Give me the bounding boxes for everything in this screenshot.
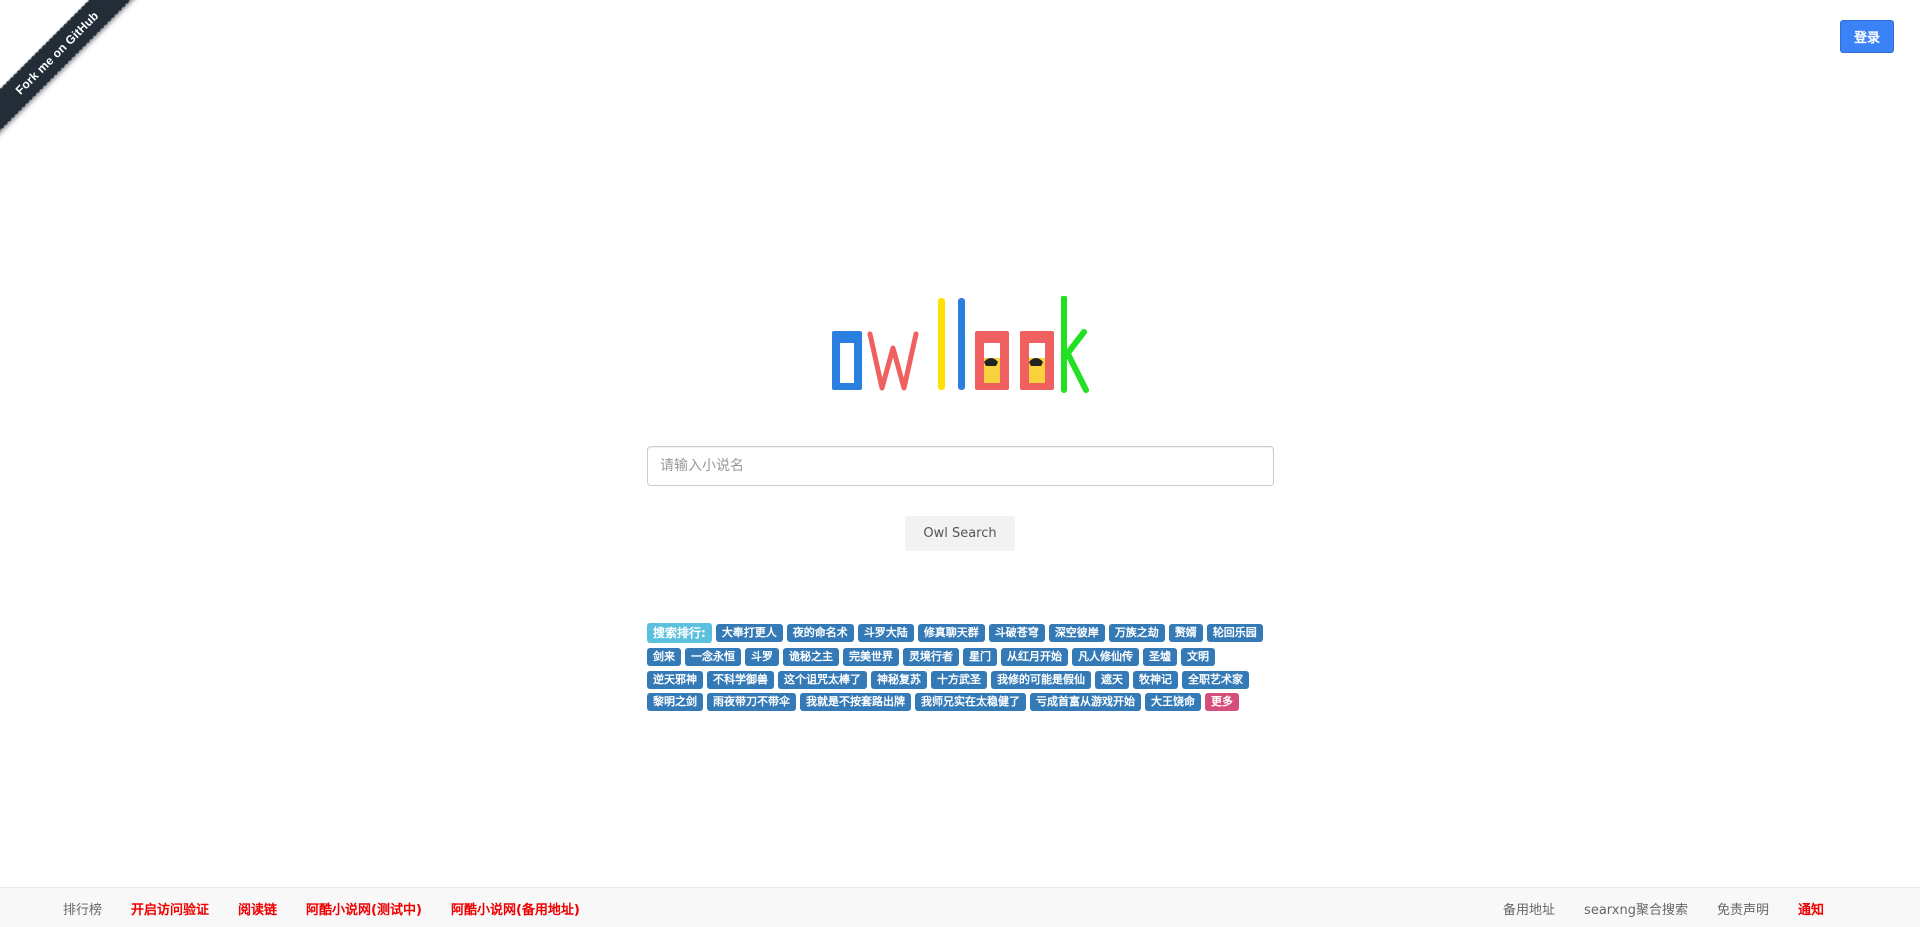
logo-letter-l-yellow bbox=[938, 298, 945, 390]
search-ranking: 搜索排行: 大奉打更人 夜的命名术 斗罗大陆 修真聊天群 斗破苍穹 深空彼岸 万族之劫 赘婿轮… bbox=[647, 623, 1277, 716]
ranking-tag[interactable]: 这个诅咒太棒了 bbox=[778, 670, 867, 689]
fork-ribbon-band[interactable]: Fork me on GitHub bbox=[0, 0, 142, 138]
ranking-tag[interactable]: 圣墟 bbox=[1143, 647, 1177, 666]
login-button[interactable]: 登录 bbox=[1840, 20, 1894, 53]
ranking-tag[interactable]: 斗罗大陆 bbox=[857, 624, 914, 642]
ranking-tag[interactable]: 诡秘之主 bbox=[783, 647, 839, 666]
footer-right-link-2[interactable]: 免责声明 bbox=[1717, 899, 1769, 918]
ranking-tag[interactable]: 剑来 bbox=[647, 647, 681, 666]
ranking-tag[interactable]: 我师兄实在太稳健了 bbox=[915, 693, 1026, 712]
footer-right-link-1[interactable]: searxng聚合搜索 bbox=[1584, 899, 1688, 918]
ranking-tag[interactable]: 凡人修仙传 bbox=[1072, 647, 1139, 666]
ranking-tag[interactable]: 完美世界 bbox=[843, 647, 899, 666]
ranking-tag[interactable]: 大王饶命 bbox=[1145, 693, 1201, 712]
ranking-tag[interactable]: 十方武圣 bbox=[931, 670, 987, 689]
ranking-tag[interactable]: 灵境行者 bbox=[903, 647, 959, 666]
footer-left-link-1[interactable]: 开启访问验证 bbox=[131, 899, 209, 918]
ranking-tag[interactable]: 斗破苍穹 bbox=[988, 624, 1045, 642]
ranking-tag[interactable]: 遮天 bbox=[1095, 670, 1129, 689]
ranking-tag[interactable]: 亏成首富从游戏开始 bbox=[1030, 693, 1141, 712]
ranking-tag[interactable]: 修真聊天群 bbox=[917, 624, 985, 642]
logo-letter-w bbox=[867, 331, 919, 391]
owl-search-button[interactable]: Owl Search bbox=[905, 516, 1015, 551]
ranking-tag[interactable]: 一念永恒 bbox=[685, 647, 741, 666]
ranking-more-button[interactable]: 更多 bbox=[1205, 693, 1239, 712]
logo-letter-l-blue bbox=[958, 298, 965, 390]
footer-left-link-0[interactable]: 排行榜 bbox=[63, 899, 102, 918]
ranking-tag[interactable]: 斗罗 bbox=[745, 647, 779, 666]
ranking-tag[interactable]: 神秘复苏 bbox=[871, 670, 927, 689]
ranking-tag[interactable]: 黎明之剑 bbox=[647, 693, 703, 712]
ranking-tag[interactable]: 文明 bbox=[1181, 647, 1215, 666]
logo-letter-k bbox=[1061, 296, 1089, 393]
search-input[interactable] bbox=[647, 446, 1274, 486]
ranking-tag[interactable]: 深空彼岸 bbox=[1048, 624, 1105, 642]
ranking-tag[interactable]: 雨夜带刀不带伞 bbox=[707, 693, 796, 712]
ranking-tag[interactable]: 我就是不按套路出牌 bbox=[800, 693, 911, 712]
ranking-tag[interactable]: 大奉打更人 bbox=[715, 624, 783, 642]
ranking-tag[interactable]: 万族之劫 bbox=[1108, 624, 1165, 642]
footer-right-link-0[interactable]: 备用地址 bbox=[1503, 899, 1555, 918]
fork-ribbon[interactable]: Fork me on GitHub bbox=[0, 0, 150, 150]
ranking-tag[interactable]: 从红月开始 bbox=[1001, 647, 1068, 666]
ranking-tag[interactable]: 轮回乐园 bbox=[1206, 624, 1263, 642]
footer: 排行榜 开启访问验证 阅读链 阿酷小说网(测试中) 阿酷小说网(备用地址) 备用地址 se… bbox=[0, 887, 1920, 927]
fork-ribbon-label[interactable]: Fork me on GitHub bbox=[13, 9, 102, 98]
footer-left-links: 排行榜 开启访问验证 阅读链 阿酷小说网(测试中) 阿酷小说网(备用地址) bbox=[63, 888, 609, 927]
ranking-tag[interactable]: 赘婿 bbox=[1168, 624, 1203, 642]
footer-right-link-3[interactable]: 通知 bbox=[1798, 899, 1824, 918]
ranking-tag[interactable]: 星门 bbox=[963, 647, 997, 666]
ranking-tag[interactable]: 逆天邪神 bbox=[647, 670, 703, 689]
ranking-tag[interactable]: 我修的可能是假仙 bbox=[991, 670, 1091, 689]
ranking-tag[interactable]: 夜的命名术 bbox=[786, 624, 854, 642]
footer-left-link-4[interactable]: 阿酷小说网(备用地址) bbox=[451, 899, 580, 918]
search-ranking-title: 搜索排行: bbox=[647, 623, 712, 643]
ranking-tag[interactable]: 不科学御兽 bbox=[707, 670, 774, 689]
ranking-tag[interactable]: 牧神记 bbox=[1133, 670, 1178, 689]
footer-left-link-3[interactable]: 阿酷小说网(测试中) bbox=[306, 899, 422, 918]
page: Fork me on GitHub 登录 Owl Search 搜索排行: 大奉… bbox=[0, 0, 1920, 927]
ranking-tag[interactable]: 全职艺术家 bbox=[1182, 670, 1249, 689]
owllook-logo bbox=[832, 296, 1089, 393]
footer-left-link-2[interactable]: 阅读链 bbox=[238, 899, 277, 918]
footer-right-links: 备用地址 searxng聚合搜索 免责声明 通知 bbox=[1474, 888, 1824, 927]
